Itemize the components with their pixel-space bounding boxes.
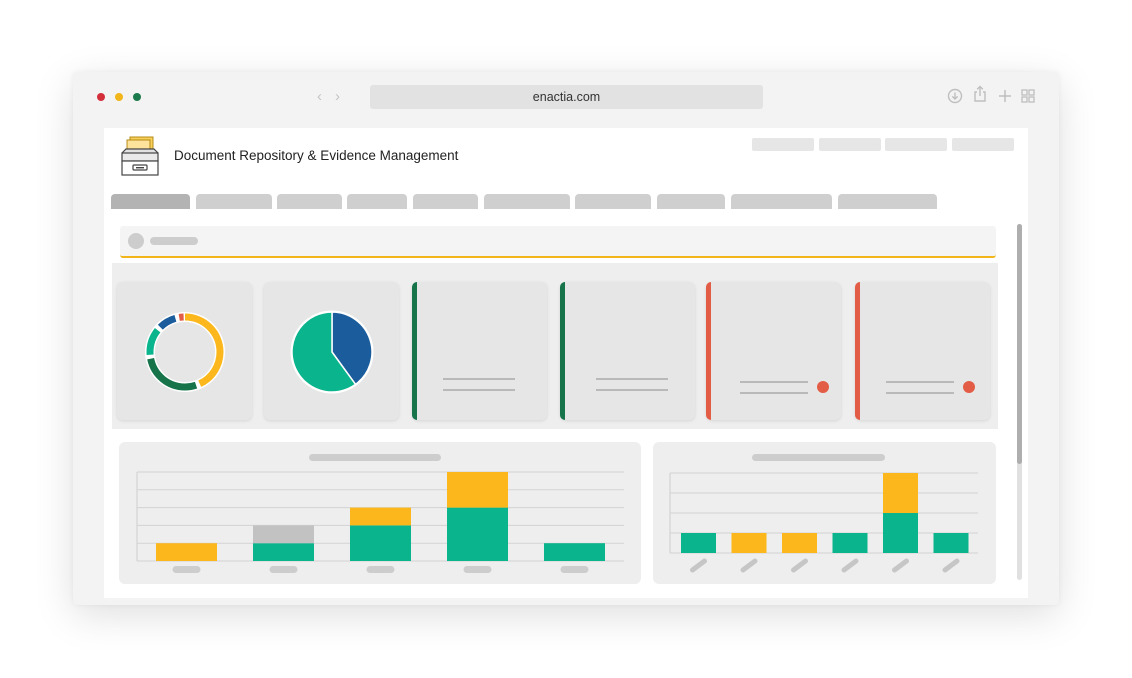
stat-line — [596, 389, 668, 391]
stat-card-4 — [855, 282, 990, 420]
close-window-button[interactable] — [97, 93, 105, 101]
url-text: enactia.com — [532, 90, 601, 104]
back-icon[interactable]: ‹ — [317, 89, 322, 105]
stat-line — [886, 392, 954, 394]
minimize-window-button[interactable] — [115, 93, 123, 101]
stat-card-accent — [855, 282, 860, 420]
tab-8[interactable] — [657, 194, 725, 209]
bar-1-segment-3 — [156, 543, 217, 561]
chart-title-placeholder — [309, 454, 441, 461]
bar-chart-panel-2 — [653, 442, 996, 584]
stat-card-accent — [706, 282, 711, 420]
bar-5-segment-2 — [883, 473, 918, 513]
x-tick-label — [791, 558, 808, 573]
stat-card-accent — [412, 282, 417, 420]
stat-card-3 — [706, 282, 841, 420]
bar-2-segment-2 — [731, 533, 767, 553]
donut-chart — [145, 312, 225, 392]
tab-9[interactable] — [731, 194, 832, 209]
x-tick-label — [463, 566, 492, 573]
tab-5[interactable] — [413, 194, 478, 209]
bar-5-segment-1 — [883, 513, 918, 553]
stat-card-1 — [412, 282, 547, 420]
bar-chart-panel-1 — [119, 442, 641, 584]
forward-icon[interactable]: › — [335, 89, 340, 105]
stat-card-accent — [560, 282, 565, 420]
x-tick-label — [942, 558, 960, 573]
alert-dot — [817, 381, 829, 393]
x-tick-label — [366, 566, 395, 573]
donut-chart-card — [117, 282, 252, 420]
chart-title-placeholder — [752, 454, 885, 461]
stat-line — [443, 389, 515, 391]
page-title: Document Repository & Evidence Managemen… — [174, 148, 459, 163]
bar-chart-1 — [136, 454, 624, 573]
bar-4-segment-3 — [447, 472, 508, 508]
x-tick-label — [172, 566, 201, 573]
bar-2-segment-1 — [253, 543, 314, 561]
x-tick-label — [269, 566, 298, 573]
scrollbar-thumb[interactable] — [1017, 224, 1022, 464]
bar-2-segment-2 — [253, 525, 314, 544]
alert-dot — [963, 381, 975, 393]
x-tick-label — [740, 558, 758, 573]
bar-3-segment-1 — [350, 525, 411, 561]
header-button-3[interactable] — [885, 138, 947, 151]
stat-line — [596, 378, 668, 380]
header-button-4[interactable] — [952, 138, 1014, 151]
tab-1[interactable] — [111, 194, 190, 209]
search-icon — [128, 233, 144, 249]
search-input[interactable] — [120, 226, 996, 258]
bar-chart-2 — [669, 454, 978, 573]
header-button-1[interactable] — [752, 138, 814, 151]
x-tick-label — [690, 558, 707, 573]
bar-4-segment-1 — [832, 533, 868, 553]
browser-window: ‹ › enactia.com Document Repository & Ev… — [73, 72, 1059, 605]
stat-line — [740, 392, 808, 394]
bar-6-segment-1 — [933, 533, 969, 553]
tab-3[interactable] — [277, 194, 342, 209]
download-icon[interactable] — [947, 88, 963, 104]
plus-icon[interactable] — [997, 88, 1013, 104]
address-bar[interactable]: enactia.com — [370, 85, 763, 109]
stat-line — [886, 381, 954, 383]
bar-5-segment-1 — [544, 543, 605, 561]
tab-6[interactable] — [484, 194, 570, 209]
x-tick-label — [841, 558, 859, 573]
x-tick-label — [892, 558, 909, 573]
bar-1-segment-1 — [681, 533, 716, 553]
stat-card-2 — [560, 282, 695, 420]
search-placeholder — [150, 237, 198, 245]
share-icon[interactable] — [972, 85, 988, 103]
pie-chart-card — [264, 282, 399, 420]
tab-4[interactable] — [347, 194, 407, 209]
bar-3-segment-2 — [782, 533, 817, 553]
maximize-window-button[interactable] — [133, 93, 141, 101]
scrollbar[interactable] — [1017, 224, 1022, 580]
bar-3-segment-3 — [350, 507, 411, 526]
grid-icon[interactable] — [1020, 88, 1036, 104]
tab-7[interactable] — [575, 194, 651, 209]
tab-10[interactable] — [838, 194, 937, 209]
pie-chart — [290, 310, 374, 394]
page-content: Document Repository & Evidence Managemen… — [104, 128, 1028, 598]
header-button-2[interactable] — [819, 138, 881, 151]
tab-2[interactable] — [196, 194, 272, 209]
stat-line — [443, 378, 515, 380]
file-drawer-icon — [121, 136, 159, 176]
x-tick-label — [560, 566, 589, 573]
stat-line — [740, 381, 808, 383]
bar-4-segment-1 — [447, 507, 508, 561]
